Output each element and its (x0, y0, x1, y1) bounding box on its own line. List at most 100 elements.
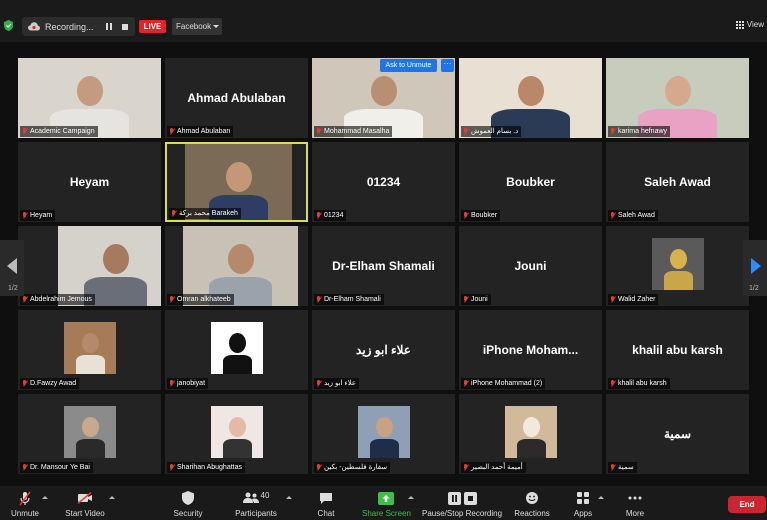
stop-recording-icon[interactable] (121, 23, 128, 30)
reactions-button[interactable]: Reactions (513, 490, 551, 518)
apps-button[interactable]: Apps (570, 490, 596, 518)
pause-recording-icon[interactable] (105, 23, 112, 30)
participant-name: Abdelrahim Jemous (30, 296, 92, 303)
participant-face (665, 76, 691, 106)
participant-face (77, 76, 103, 106)
participant-tile[interactable]: D.Fawzy Awad (18, 310, 161, 390)
recording-label: Recording... (45, 21, 94, 32)
participant-tile[interactable]: علاء ابو زيد علاء ابو زيد (312, 310, 455, 390)
participant-tile[interactable]: iPhone Moham... iPhone Mohammad (2) (459, 310, 602, 390)
participant-video (211, 322, 263, 374)
participant-tile[interactable]: محمد بركة Barakeh (165, 142, 308, 222)
stop-icon (463, 491, 477, 505)
participant-video (64, 406, 116, 458)
participant-face (103, 244, 129, 274)
participant-tile[interactable]: Ahmad Abulaban Ahmad Abulaban (165, 58, 308, 138)
participant-video (358, 406, 410, 458)
chevron-down-icon (213, 25, 219, 28)
reactions-label: Reactions (514, 509, 550, 518)
video-options-caret[interactable] (109, 496, 115, 499)
participant-video (652, 238, 704, 290)
participant-tile[interactable]: Sharihan Abughattas (165, 394, 308, 474)
participant-name: Academic Campaign (30, 128, 95, 135)
participant-name: Mohammad Masalha (324, 128, 390, 135)
live-stream-target: Facebook (176, 22, 212, 31)
muted-mic-icon (169, 463, 175, 472)
audio-options-caret[interactable] (42, 496, 48, 499)
participant-name: أميمة أحمد البصير (471, 464, 523, 471)
participant-name-label: د. بسام العموش (461, 126, 522, 137)
participant-tile[interactable]: سمية سمية (606, 394, 749, 474)
muted-mic-icon (316, 127, 322, 136)
participant-tile[interactable]: Dr. Mansour Ye Bai (18, 394, 161, 474)
unmute-button[interactable]: Unmute (8, 490, 42, 518)
participant-tile[interactable]: 01234 01234 (312, 142, 455, 222)
participant-name-label: Academic Campaign (20, 126, 98, 137)
participant-tile[interactable]: Saleh Awad Saleh Awad (606, 142, 749, 222)
participant-name-label: علاء ابو زيد (314, 378, 360, 389)
share-screen-button[interactable]: Share Screen (362, 490, 411, 518)
participant-display-name: علاء ابو زيد (356, 343, 411, 357)
view-button[interactable]: View (735, 20, 764, 29)
participant-display-name: سمية (663, 427, 692, 441)
muted-mic-icon (22, 211, 28, 220)
pause-stop-recording-button[interactable]: Pause/Stop Recording (422, 490, 502, 518)
video-off-icon (77, 492, 92, 504)
participant-name-label: Dr. Mansour Ye Bai (20, 462, 93, 473)
participant-face (518, 76, 544, 106)
live-badge: LIVE (139, 20, 166, 33)
share-options-caret[interactable] (408, 496, 414, 499)
participant-tile[interactable]: Heyam Heyam (18, 142, 161, 222)
participant-name: سفارة فلسطين- بكين (324, 464, 388, 471)
participant-tile[interactable]: Abdelrahim Jemous (18, 226, 161, 306)
muted-mic-icon (169, 379, 175, 388)
participant-tile[interactable]: karima hefnawy (606, 58, 749, 138)
participant-display-name: Ahmad Abulaban (187, 91, 286, 105)
participant-tile[interactable]: أميمة أحمد البصير (459, 394, 602, 474)
muted-mic-icon (463, 295, 469, 304)
participant-more-button[interactable]: ··· (441, 59, 454, 72)
participant-tile[interactable]: khalil abu karsh khalil abu karsh (606, 310, 749, 390)
cloud-recording-icon (28, 22, 40, 31)
participant-tile[interactable]: سفارة فلسطين- بكين (312, 394, 455, 474)
participant-tile[interactable]: د. بسام العموش (459, 58, 602, 138)
participant-tile[interactable]: Walid Zaher (606, 226, 749, 306)
muted-mic-icon (610, 127, 616, 136)
participant-name: محمد بركة Barakeh (179, 210, 238, 217)
participant-name: د. بسام العموش (471, 128, 519, 135)
participant-tile[interactable]: Academic Campaign (18, 58, 161, 138)
live-stream-dropdown[interactable]: Facebook (172, 18, 222, 35)
participants-options-caret[interactable] (286, 496, 292, 499)
participant-name: 01234 (324, 212, 344, 219)
muted-mic-icon (463, 463, 469, 472)
ask-to-unmute-button[interactable]: Ask to Unmute (380, 59, 437, 72)
security-label: Security (173, 509, 203, 518)
participant-name: Dr. Mansour Ye Bai (30, 464, 90, 471)
more-button[interactable]: More (622, 490, 648, 518)
end-meeting-button[interactable]: End (728, 496, 766, 513)
participant-tile[interactable]: Boubker Boubker (459, 142, 602, 222)
pause-stop-recording-label: Pause/Stop Recording (422, 509, 503, 518)
shield-icon[interactable] (4, 20, 13, 31)
participant-name-label: Mohammad Masalha (314, 126, 393, 137)
microphone-muted-icon (19, 491, 31, 505)
participant-tile[interactable]: Omran alkhateeb (165, 226, 308, 306)
participant-display-name: 01234 (366, 175, 401, 189)
participant-tile[interactable]: janobiyat (165, 310, 308, 390)
participant-name-label: karima hefnawy (608, 126, 671, 137)
start-video-button[interactable]: Start Video (62, 490, 108, 518)
participants-button[interactable]: 40 Participants (232, 490, 280, 519)
share-screen-label: Share Screen (362, 509, 411, 518)
security-button[interactable]: Security (170, 490, 206, 518)
participant-face (82, 417, 99, 437)
muted-mic-icon (22, 463, 28, 472)
apps-options-caret[interactable] (598, 496, 604, 499)
participant-tile[interactable]: Dr-Elham Shamali Dr-Elham Shamali (312, 226, 455, 306)
muted-mic-icon (169, 127, 175, 136)
participant-display-name: Dr-Elham Shamali (332, 259, 435, 273)
participant-name: karima hefnawy (618, 128, 668, 135)
participant-tile[interactable]: Jouni Jouni (459, 226, 602, 306)
participant-video (64, 322, 116, 374)
chat-button[interactable]: Chat (313, 490, 339, 518)
participant-name-label: Boubker (461, 210, 501, 221)
